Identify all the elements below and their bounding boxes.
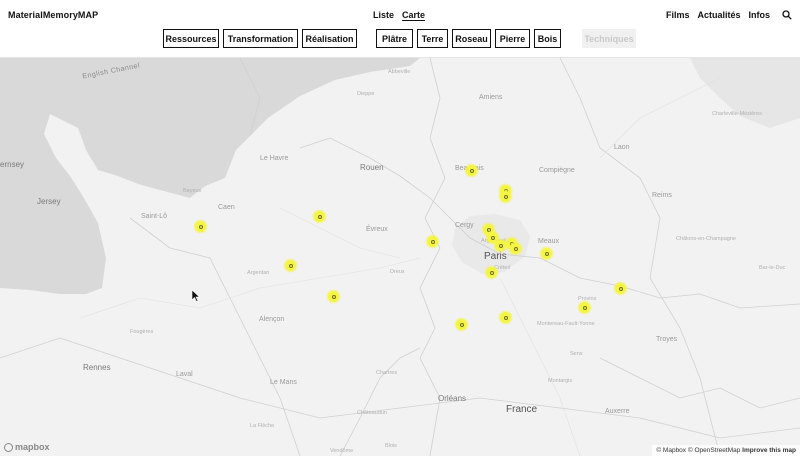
label-bar-le-duc: Bar-le-Duc — [759, 265, 786, 271]
map-marker[interactable] — [486, 267, 497, 278]
filter-roseau-button[interactable]: Roseau — [452, 29, 491, 48]
map-marker[interactable] — [285, 260, 296, 271]
mapbox-logo-icon — [4, 442, 13, 452]
label-argentan: Argentan — [247, 270, 270, 276]
map-marker[interactable] — [495, 240, 506, 251]
label-laon: Laon — [614, 144, 630, 151]
label-sens: Sens — [570, 351, 583, 357]
map-marker[interactable] — [195, 221, 206, 232]
mapbox-logo-text: mapbox — [15, 442, 50, 452]
filter-techniques-button: Techniques — [582, 29, 636, 48]
nav-films[interactable]: Films — [666, 10, 690, 20]
map-basemap — [0, 58, 800, 456]
map-marker[interactable] — [427, 236, 438, 247]
label-laval: Laval — [176, 371, 193, 378]
label-dieppe: Dieppe — [357, 91, 375, 97]
mouse-cursor-icon — [192, 290, 200, 302]
label-auxerre: Auxerre — [605, 408, 630, 415]
map-marker[interactable] — [615, 283, 626, 294]
label-fougeres: Fougères — [130, 329, 154, 335]
main-nav: Films Actualités Infos — [666, 10, 792, 20]
label-chalons: Châlons-en-Champagne — [676, 236, 736, 242]
filter-platre-button[interactable]: Plâtre — [376, 29, 413, 48]
label-france: France — [506, 404, 538, 415]
label-provins: Provins — [578, 296, 597, 302]
label-montargis: Montargis — [548, 378, 573, 384]
map-marker[interactable] — [500, 312, 511, 323]
label-montereau: Montereau-Fault-Yonne — [537, 321, 595, 327]
improve-map-link[interactable]: Improve this map — [742, 447, 796, 454]
view-switcher: Liste Carte — [373, 10, 425, 20]
label-le-mans: Le Mans — [270, 379, 297, 386]
label-guernsey: ernsey — [0, 160, 25, 169]
label-la-fleche: La Flèche — [250, 423, 275, 429]
label-reims: Reims — [652, 192, 672, 199]
map-marker[interactable] — [328, 291, 339, 302]
filter-realisation-button[interactable]: Réalisation — [302, 29, 357, 48]
search-icon[interactable] — [782, 10, 792, 20]
filter-ressources-button[interactable]: Ressources — [163, 29, 219, 48]
map-marker[interactable] — [500, 191, 511, 202]
forest-patch — [690, 58, 800, 128]
map-marker[interactable] — [314, 211, 325, 222]
label-abbeville: Abbeville — [388, 69, 411, 75]
map-marker[interactable] — [510, 243, 521, 254]
label-bayeux: Bayeux — [183, 188, 202, 194]
label-rouen: Rouen — [360, 163, 384, 172]
filter-bois-button[interactable]: Bois — [534, 29, 561, 48]
label-le-havre: Le Havre — [260, 155, 289, 162]
filter-pierre-button[interactable]: Pierre — [495, 29, 530, 48]
site-brand[interactable]: MaterialMemoryMAP — [8, 10, 98, 20]
nav-actualites[interactable]: Actualités — [697, 10, 740, 20]
label-troyes: Troyes — [656, 336, 678, 343]
label-cergy: Cergy — [455, 222, 474, 229]
filter-terre-button[interactable]: Terre — [417, 29, 448, 48]
label-compiegne: Compiègne — [539, 167, 575, 174]
label-paris: Paris — [484, 251, 507, 262]
map-marker[interactable] — [541, 248, 552, 259]
filter-bar: Ressources Transformation Réalisation Pl… — [0, 29, 800, 49]
attribution-mapbox-link[interactable]: © Mapbox — [656, 447, 686, 454]
label-alencon: Alençon — [259, 316, 285, 323]
label-chateaudun: Châteaudun — [357, 410, 387, 416]
view-list-link[interactable]: Liste — [373, 10, 394, 20]
label-blois: Blois — [385, 443, 397, 449]
label-rennes: Rennes — [83, 363, 111, 372]
label-meaux: Meaux — [538, 238, 560, 245]
label-evreux: Évreux — [366, 226, 388, 233]
label-chartres: Chartres — [376, 370, 398, 376]
nav-infos[interactable]: Infos — [749, 10, 771, 20]
view-map-link[interactable]: Carte — [402, 10, 425, 20]
filter-transformation-button[interactable]: Transformation — [223, 29, 298, 48]
attribution-osm-link[interactable]: © OpenStreetMap — [688, 447, 740, 454]
mapbox-logo[interactable]: mapbox — [4, 442, 50, 452]
label-jersey: Jersey — [37, 197, 61, 206]
map-marker[interactable] — [456, 319, 467, 330]
map-canvas[interactable]: English Channel ernsey Jersey Saint-Lô B… — [0, 58, 800, 456]
label-charleville: Charleville-Mézières — [712, 111, 762, 117]
map-marker[interactable] — [466, 165, 477, 176]
map-marker[interactable] — [579, 302, 590, 313]
label-saint-lo: Saint-Lô — [141, 213, 168, 220]
label-amiens: Amiens — [479, 94, 503, 101]
label-caen: Caen — [218, 204, 235, 211]
top-bar: MaterialMemoryMAP Liste Carte Films Actu… — [0, 0, 800, 58]
label-vendome: Vendôme — [330, 448, 354, 454]
label-orleans: Orléans — [438, 394, 467, 403]
map-attribution: © Mapbox © OpenStreetMap Improve this ma… — [652, 445, 800, 456]
label-dreux: Dreux — [390, 269, 405, 275]
